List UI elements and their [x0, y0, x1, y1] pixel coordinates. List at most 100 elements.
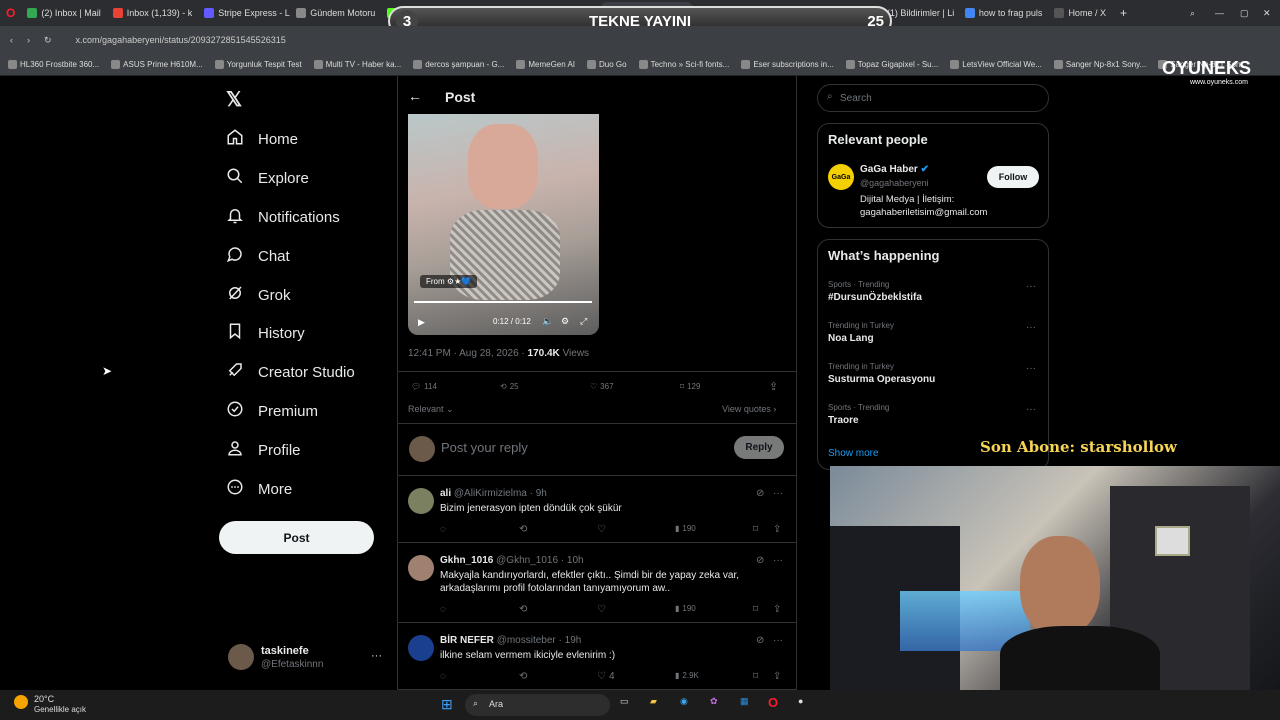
- view-quotes-link[interactable]: View quotes ›: [722, 404, 776, 414]
- share-icon[interactable]: ⇪: [769, 380, 778, 393]
- post-button[interactable]: Post: [219, 521, 374, 554]
- sort-dropdown[interactable]: Relevant ⌄: [408, 404, 454, 415]
- like-action[interactable]: ♡ 4: [597, 671, 615, 682]
- sidebar-item-more[interactable]: More: [226, 478, 292, 500]
- bookmark-item[interactable]: HL360 Frostbite 360...: [8, 60, 99, 69]
- reply-user-name[interactable]: ali: [440, 488, 451, 499]
- search-input[interactable]: ⌕ Search: [817, 84, 1049, 112]
- taskbar-search[interactable]: ⌕ Ara: [465, 694, 610, 716]
- new-tab-icon[interactable]: +: [1120, 6, 1127, 20]
- sidebar-item-home[interactable]: Home: [226, 128, 298, 150]
- back-arrow-icon[interactable]: ←: [408, 88, 422, 104]
- browser-tab[interactable]: Stripe Express - L: [198, 2, 290, 24]
- reply-user-avatar[interactable]: [408, 635, 434, 661]
- post-video[interactable]: From ⚙★💙 ▶ 0:12 / 0:12 🔈 ⚙ ⤢: [408, 114, 599, 335]
- video-progress-bar[interactable]: [414, 301, 592, 303]
- views-action[interactable]: ▮ 190: [675, 604, 696, 613]
- bookmark-item[interactable]: ASUS Prime H610M...: [111, 60, 203, 69]
- sidebar-item-premium[interactable]: Premium: [226, 400, 318, 422]
- bookmark-item[interactable]: Multi TV - Haber ka...: [313, 60, 401, 69]
- reply-button[interactable]: Reply: [734, 436, 784, 459]
- maximize-icon[interactable]: ▢: [1240, 8, 1249, 19]
- fullscreen-icon[interactable]: ⤢: [580, 316, 587, 327]
- grok-analyze-icon[interactable]: ⊘: [756, 555, 764, 566]
- bookmark-action[interactable]: ⌑ 129: [680, 382, 700, 391]
- account-avatar[interactable]: [228, 644, 254, 670]
- repost-icon[interactable]: ⟲: [519, 524, 527, 535]
- like-action[interactable]: ♡: [597, 604, 609, 615]
- sidebar-item-explore[interactable]: Explore: [226, 167, 309, 189]
- trend-item[interactable]: Noa Lang: [828, 333, 874, 344]
- account-menu-icon[interactable]: ···: [371, 650, 382, 662]
- bookmark-item[interactable]: Duo Go: [587, 60, 627, 69]
- reply-user-avatar[interactable]: [408, 488, 434, 514]
- bookmark-icon[interactable]: ⌑: [753, 604, 758, 615]
- reload-icon[interactable]: ↻: [44, 35, 52, 46]
- gaga-avatar[interactable]: GaGa: [828, 164, 854, 190]
- task-view-icon[interactable]: ▭: [620, 696, 629, 707]
- bookmark-item[interactable]: Topaz Gigapixel - Su...: [845, 60, 938, 69]
- reply-user-name[interactable]: BİR NEFER: [440, 635, 494, 646]
- follow-button[interactable]: Follow: [987, 166, 1039, 188]
- bookmark-item[interactable]: Techno » Sci-fi fonts...: [638, 60, 729, 69]
- opera-icon[interactable]: O: [768, 695, 778, 710]
- repost-icon[interactable]: ⟲: [519, 604, 527, 615]
- sidebar-item-notifications[interactable]: Notifications: [226, 206, 340, 228]
- browser-tab[interactable]: Gündem Motoru: [290, 2, 381, 24]
- reply-input[interactable]: Post your reply: [441, 440, 528, 455]
- trend-item[interactable]: Traore: [828, 415, 859, 426]
- more-options-icon[interactable]: ···: [773, 635, 783, 646]
- windows-start-icon[interactable]: ⊞: [441, 696, 453, 713]
- repost-action[interactable]: ⟲ 25: [500, 382, 519, 391]
- store-icon[interactable]: ▦: [740, 696, 749, 707]
- trend-item[interactable]: Susturma Operasyonu: [828, 374, 935, 385]
- settings-icon[interactable]: ⚙: [561, 316, 569, 327]
- x-logo-icon[interactable]: 𝕏: [226, 87, 242, 112]
- more-options-icon[interactable]: ···: [773, 488, 783, 499]
- reply-tweet[interactable]: Gkhn_1016 @Gkhn_1016 · 10h Makyajla kandı…: [398, 543, 796, 623]
- share-icon[interactable]: ⇪: [773, 524, 781, 535]
- views-action[interactable]: ▮ 190: [675, 524, 696, 533]
- reply-tweet[interactable]: ali @AliKirmizielma · 9h Bizim jenerasyon…: [398, 476, 796, 543]
- edge-icon[interactable]: ◉: [680, 696, 688, 707]
- sidebar-item-history[interactable]: History: [226, 322, 305, 344]
- repost-icon[interactable]: ⟲: [519, 671, 527, 682]
- reply-action[interactable]: 💬︎ 114: [411, 382, 437, 391]
- like-action[interactable]: ♡: [597, 524, 609, 535]
- bookmark-item[interactable]: Eser subscriptions in...: [741, 60, 834, 69]
- weather-icon[interactable]: [14, 695, 28, 709]
- bookmark-item[interactable]: LetsView Official We...: [950, 60, 1042, 69]
- forward-icon[interactable]: ›: [27, 35, 30, 45]
- close-window-icon[interactable]: ✕: [1263, 8, 1271, 19]
- bookmark-item[interactable]: MemeGen AI: [516, 60, 575, 69]
- reply-user-avatar[interactable]: [408, 555, 434, 581]
- browser-tab[interactable]: (2) Inbox | Mail: [21, 2, 106, 24]
- back-icon[interactable]: ‹: [10, 35, 13, 45]
- bookmark-item[interactable]: dercos şampuan - G...: [413, 60, 504, 69]
- sidebar-item-profile[interactable]: Profile: [226, 439, 301, 461]
- reply-icon[interactable]: ◌: [440, 524, 446, 535]
- more-options-icon[interactable]: ···: [773, 555, 783, 566]
- show-more-link[interactable]: Show more: [828, 448, 879, 459]
- reply-icon[interactable]: ◌: [440, 671, 446, 682]
- file-explorer-icon[interactable]: ▰: [650, 696, 657, 707]
- trend-more-icon[interactable]: ···: [1026, 322, 1036, 333]
- minimize-icon[interactable]: —: [1215, 8, 1224, 18]
- volume-icon[interactable]: 🔈: [542, 316, 553, 327]
- browser-tab[interactable]: Home / X: [1048, 2, 1112, 24]
- reply-icon[interactable]: ◌: [440, 604, 446, 615]
- search-tabs-icon[interactable]: ⌕: [1190, 8, 1195, 19]
- bookmark-icon[interactable]: ⌑: [753, 671, 758, 682]
- opera-logo-icon[interactable]: O: [6, 6, 15, 20]
- views-action[interactable]: ▮ 2.9K: [675, 671, 699, 680]
- grok-analyze-icon[interactable]: ⊘: [756, 635, 764, 646]
- sidebar-item-grok[interactable]: Grok: [226, 284, 291, 306]
- reply-user-name[interactable]: Gkhn_1016: [440, 555, 493, 566]
- sidebar-item-creator-studio[interactable]: Creator Studio: [226, 361, 355, 383]
- person-name[interactable]: GaGa Haber ✔: [860, 164, 929, 175]
- browser-tab[interactable]: how to frag puls: [959, 2, 1049, 24]
- sidebar-item-chat[interactable]: Chat: [226, 245, 290, 267]
- play-icon[interactable]: ▶: [418, 317, 425, 328]
- like-action[interactable]: ♡ 367: [590, 382, 614, 391]
- trend-more-icon[interactable]: ···: [1026, 281, 1036, 292]
